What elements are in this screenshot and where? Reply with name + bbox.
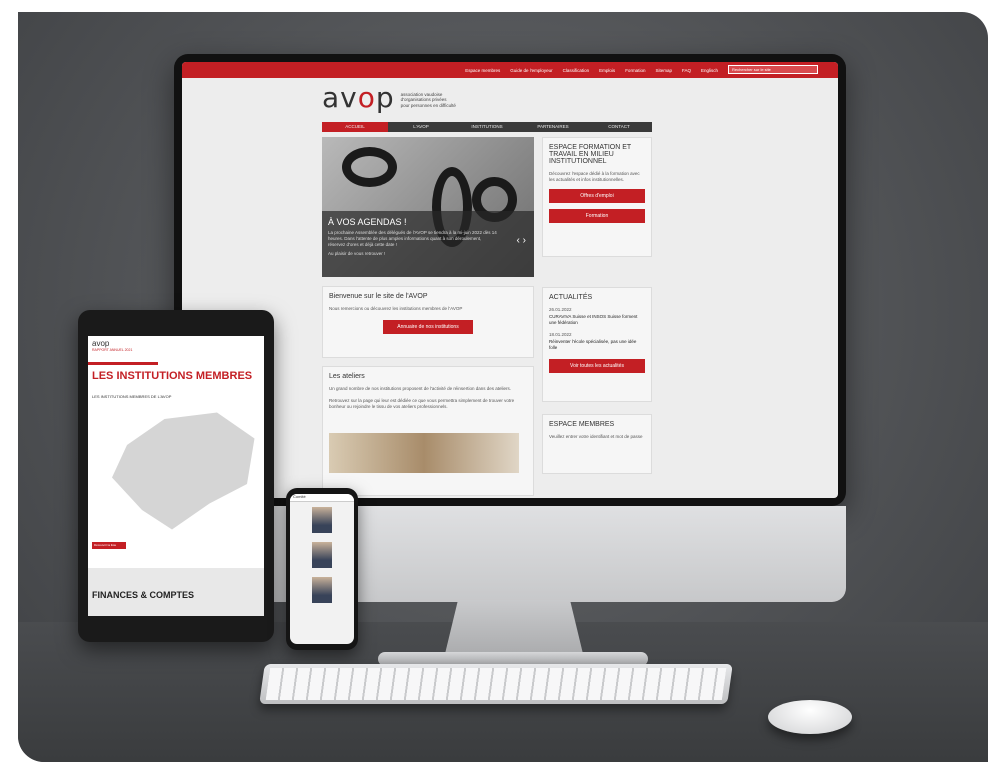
tablet-subtitle: LES INSTITUTIONS MEMBRES DE L'AVOP [92,394,172,399]
top-link[interactable]: Espace membres [465,68,500,73]
all-news-button[interactable]: Voir toutes les actualités [549,359,645,373]
welcome-title: Bienvenue sur le site de l'AVOP [329,293,428,300]
monitor-chin [174,506,846,602]
portrait-caption [290,534,354,537]
nav-item-lavop[interactable]: L'AVOP [388,122,454,132]
ateliers-title: Les ateliers [329,373,365,380]
site-header: avop association vaudoise d'organisation… [322,84,456,112]
switzerland-map [112,412,255,530]
espace-membres-card: ESPACE MEMBRES Veuillez entrer votre ide… [542,414,652,474]
main-nav: ACCUEIL L'AVOP INSTITUTIONS PARTENAIRES … [322,122,652,132]
formation-card: ESPACE FORMATION ET TRAVAIL EN MILIEU IN… [542,137,652,257]
hero-caption: À VOS AGENDAS ! La prochaine Assemblée d… [322,211,534,277]
chevron-right-icon[interactable]: › [523,235,526,246]
actualites-title: ACTUALITÉS [549,294,593,301]
hero-footer: Au plaisir de vous retrouver ! [328,251,386,256]
news-item[interactable]: CURAVIVA Suisse et INSOS Suisse forment … [549,314,645,326]
top-link[interactable]: Sitemap [655,68,672,73]
keyboard-keys [265,668,727,700]
phone-header: Comité [290,494,354,502]
product-mockup-scene: Espace membres Guide de l'employeur Clas… [18,12,988,762]
monitor-stand [444,600,584,658]
avop-logo[interactable]: avop [322,84,395,112]
actualites-card: ACTUALITÉS 26.01.2022 CURAVIVA Suisse et… [542,287,652,402]
logo-tagline: association vaudoise d'organisations pri… [400,91,456,108]
portrait-photo [312,542,332,568]
formation-button[interactable]: Formation [549,209,645,223]
formation-text: Découvrez l'espace dédié à la formation … [549,171,640,182]
tablet-title: LES INSTITUTIONS MEMBRES [92,370,253,382]
desktop-screen: Espace membres Guide de l'employeur Clas… [182,62,838,498]
news-date: 26.01.2022 [549,307,572,312]
top-link[interactable]: Guide de l'employeur [510,68,552,73]
espace-membres-title: ESPACE MEMBRES [549,421,615,428]
chevron-left-icon[interactable]: ‹ [517,235,520,246]
search-input[interactable]: Rechercher sur le site [728,65,818,74]
decorative-shape [342,147,397,187]
phone-device: Comité [286,488,358,650]
tablet-screen: avop RAPPORT ANNUEL 2021 LES INSTITUTION… [88,336,264,616]
ateliers-card: Les ateliers Un grand nombre de nos inst… [322,366,534,496]
red-divider [88,362,158,365]
annuaire-button[interactable]: Annuaire de nos institutions [383,320,473,334]
nav-item-institutions[interactable]: INSTITUTIONS [454,122,520,132]
nav-item-contact[interactable]: CONTACT [586,122,652,132]
portrait-caption [290,569,354,572]
ateliers-text: Un grand nombre de nos institutions prop… [329,386,511,391]
keyboard [259,664,733,704]
tablet-list-button[interactable]: Découvrir la liste [92,542,126,549]
news-item[interactable]: Réinventer l'école spécialisée, pas une … [549,339,645,351]
top-link[interactable]: Classification [563,68,590,73]
offres-emploi-button[interactable]: Offres d'emploi [549,189,645,203]
news-date: 18.01.2022 [549,332,572,337]
tablet-report-label: RAPPORT ANNUEL 2021 [92,348,133,352]
top-link[interactable]: Emplois [599,68,615,73]
hero-slider[interactable]: À VOS AGENDAS ! La prochaine Assemblée d… [322,137,534,277]
tablet-logo: avop [92,339,110,348]
ateliers-photo [329,433,519,473]
phone-screen: Comité [290,494,354,644]
formation-title: ESPACE FORMATION ET TRAVAIL EN MILIEU IN… [549,144,632,165]
espace-membres-text: Veuillez entrer votre identifiant et mot… [549,434,643,439]
tablet-footer: FINANCES & COMPTES [88,568,264,616]
desktop-monitor: Espace membres Guide de l'employeur Clas… [174,54,846,506]
portrait-photo [312,507,332,533]
nav-item-accueil[interactable]: ACCUEIL [322,122,388,132]
nav-item-partenaires[interactable]: PARTENAIRES [520,122,586,132]
tablet-footer-title: FINANCES & COMPTES [92,590,195,600]
ateliers-text: Retrouvez sur la page qui leur est dédié… [329,398,515,409]
top-link[interactable]: Englisch [701,68,718,73]
portrait-photo [312,577,332,603]
top-link[interactable]: FAQ [682,68,691,73]
welcome-card: Bienvenue sur le site de l'AVOP Nous rem… [322,286,534,358]
portrait-caption [290,604,354,607]
hero-text: La prochaine Assemblée des délégués de l… [328,230,497,247]
tablet-device: avop RAPPORT ANNUEL 2021 LES INSTITUTION… [78,310,274,642]
welcome-text: Nous remercions ou découvrez les institu… [329,306,463,311]
hero-title: À VOS AGENDAS ! [328,217,407,227]
mouse [768,700,852,734]
slider-arrows[interactable]: ‹ › [517,235,526,246]
top-link[interactable]: Formation [625,68,645,73]
